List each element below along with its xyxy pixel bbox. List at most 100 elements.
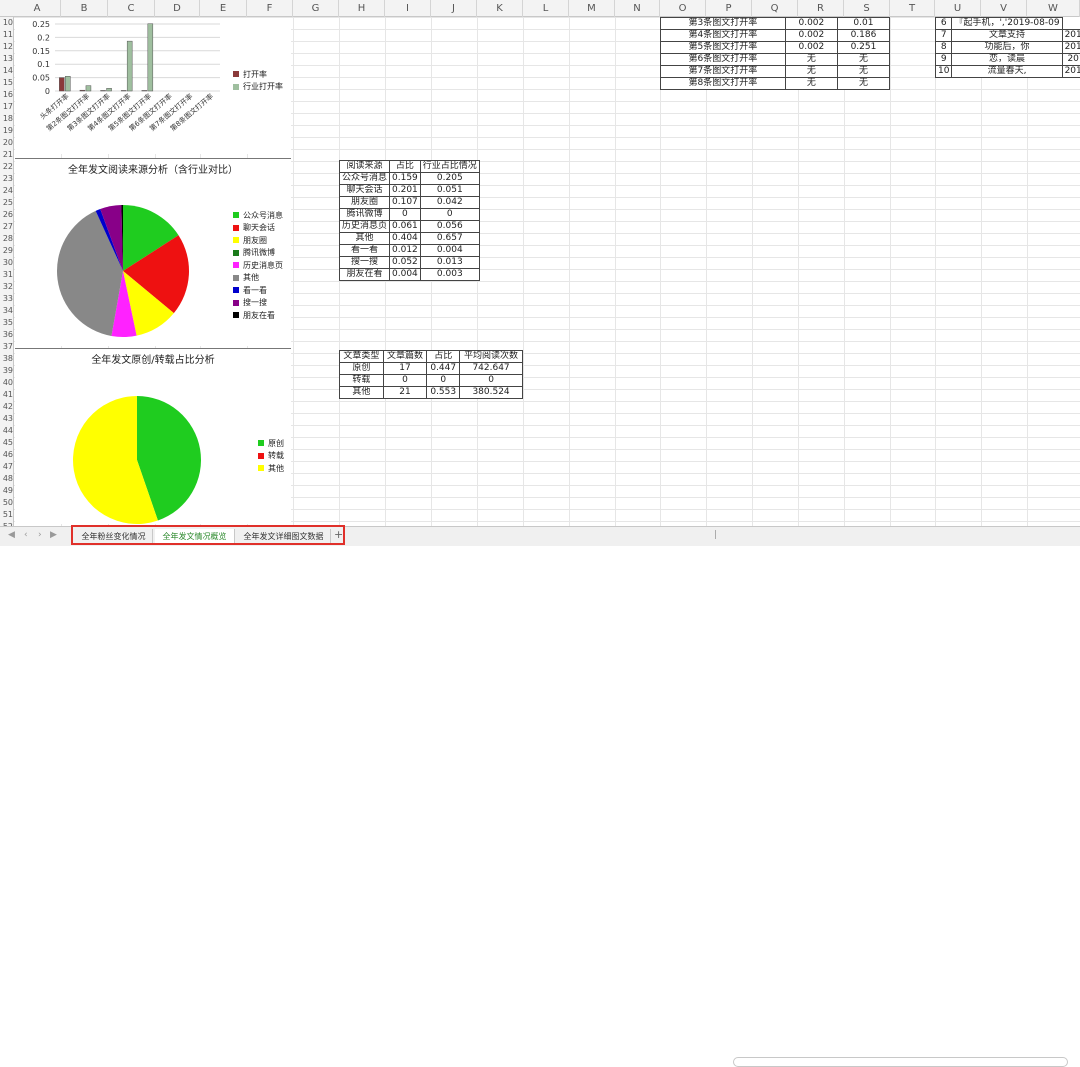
- top-article-cell[interactable]: 功能后，你: [952, 42, 1062, 54]
- row-header-33[interactable]: 33: [0, 294, 14, 304]
- source-cell[interactable]: 0.042: [420, 197, 479, 209]
- row-header-32[interactable]: 32: [0, 282, 14, 292]
- type-cell[interactable]: 0: [383, 375, 427, 387]
- top-article-cell[interactable]: 2019-05-30: [1062, 42, 1080, 54]
- row-header-37[interactable]: 37: [0, 342, 14, 352]
- source-cell[interactable]: 0.061: [390, 221, 421, 233]
- row-header-45[interactable]: 45: [0, 438, 14, 448]
- bar-open-rate[interactable]: [101, 90, 106, 91]
- source-cell[interactable]: 0.003: [420, 269, 479, 281]
- open-rate-bar-chart[interactable]: 0.250.20.150.10.050头条打开率第2条图文打开率第3条图文打开率…: [15, 18, 291, 154]
- column-header-r[interactable]: R: [798, 0, 844, 17]
- column-header-a[interactable]: A: [14, 0, 61, 17]
- open-rate-cell[interactable]: 无: [785, 54, 837, 66]
- column-header-c[interactable]: C: [108, 0, 155, 17]
- bar-open-rate[interactable]: [142, 90, 147, 91]
- source-cell[interactable]: 公众号消息: [340, 173, 390, 185]
- column-header-s[interactable]: S: [844, 0, 890, 17]
- row-header-23[interactable]: 23: [0, 174, 14, 184]
- source-cell[interactable]: 0.056: [420, 221, 479, 233]
- row-header-34[interactable]: 34: [0, 306, 14, 316]
- source-cell[interactable]: 聊天会话: [340, 185, 390, 197]
- row-header-21[interactable]: 21: [0, 150, 14, 160]
- row-header-22[interactable]: 22: [0, 162, 14, 172]
- open-rate-cell[interactable]: 无: [785, 66, 837, 78]
- source-cell[interactable]: 0: [390, 209, 421, 221]
- open-rate-cell[interactable]: 第7条图文打开率: [661, 66, 786, 78]
- source-cell[interactable]: 0.004: [420, 245, 479, 257]
- source-cell[interactable]: 腾讯微博: [340, 209, 390, 221]
- open-rate-cell[interactable]: 0.01: [837, 18, 889, 30]
- row-header-20[interactable]: 20: [0, 138, 14, 148]
- row-header-49[interactable]: 49: [0, 486, 14, 496]
- open-rate-cell[interactable]: 无: [785, 78, 837, 90]
- type-cell[interactable]: 0: [427, 375, 460, 387]
- top-article-cell[interactable]: 9: [936, 54, 952, 66]
- column-header-f[interactable]: F: [247, 0, 293, 17]
- type-cell[interactable]: 742.647: [460, 363, 523, 375]
- column-header-u[interactable]: U: [935, 0, 981, 17]
- row-header-48[interactable]: 48: [0, 474, 14, 484]
- source-cell[interactable]: 0.052: [390, 257, 421, 269]
- row-header-10[interactable]: 10: [0, 18, 14, 28]
- row-header-51[interactable]: 51: [0, 510, 14, 520]
- open-rate-cell[interactable]: 第5条图文打开率: [661, 42, 786, 54]
- bar-open-rate[interactable]: [80, 90, 85, 91]
- source-pie-chart[interactable]: 全年发文阅读来源分析（含行业对比） 公众号消息聊天会话朋友圈腾讯微博历史消息页其…: [15, 158, 291, 346]
- top-article-cell[interactable]: 10: [936, 66, 952, 78]
- scroll-left-icon[interactable]: |: [714, 530, 717, 540]
- open-rate-cell[interactable]: 0.186: [837, 30, 889, 42]
- top-article-cell[interactable]: 2019-07-10: [1062, 66, 1080, 78]
- row-header-15[interactable]: 15: [0, 78, 14, 88]
- top-article-cell[interactable]: 流量春天,: [952, 66, 1062, 78]
- column-header-b[interactable]: B: [61, 0, 108, 17]
- open-rate-cell[interactable]: 0.002: [785, 30, 837, 42]
- type-cell[interactable]: 占比: [427, 351, 460, 363]
- column-header-n[interactable]: N: [615, 0, 660, 17]
- row-header-25[interactable]: 25: [0, 198, 14, 208]
- column-header-p[interactable]: P: [706, 0, 752, 17]
- row-header-18[interactable]: 18: [0, 114, 14, 124]
- type-cell[interactable]: 0.553: [427, 387, 460, 399]
- type-cell[interactable]: 380.524: [460, 387, 523, 399]
- row-header-42[interactable]: 42: [0, 402, 14, 412]
- open-rate-cell[interactable]: 第3条图文打开率: [661, 18, 786, 30]
- row-header-46[interactable]: 46: [0, 450, 14, 460]
- row-header-24[interactable]: 24: [0, 186, 14, 196]
- row-header-44[interactable]: 44: [0, 426, 14, 436]
- row-header-12[interactable]: 12: [0, 42, 14, 52]
- column-header-m[interactable]: M: [569, 0, 615, 17]
- top-article-cell[interactable]: 恋，读晨: [952, 54, 1062, 66]
- open-rate-cell[interactable]: 无: [837, 54, 889, 66]
- column-header-q[interactable]: Q: [752, 0, 798, 17]
- top-article-cell[interactable]: 7: [936, 30, 952, 42]
- row-header-28[interactable]: 28: [0, 234, 14, 244]
- type-cell[interactable]: 17: [383, 363, 427, 375]
- source-cell[interactable]: 朋友在看: [340, 269, 390, 281]
- row-header-11[interactable]: 11: [0, 30, 14, 40]
- row-header-31[interactable]: 31: [0, 270, 14, 280]
- open-rate-cell[interactable]: 0.002: [785, 42, 837, 54]
- source-cell[interactable]: 0.051: [420, 185, 479, 197]
- row-header-16[interactable]: 16: [0, 90, 14, 100]
- source-cell[interactable]: 行业占比情况: [420, 161, 479, 173]
- top-article-cell[interactable]: 2019-05-14: [1062, 30, 1080, 42]
- column-header-o[interactable]: O: [660, 0, 706, 17]
- row-header-50[interactable]: 50: [0, 498, 14, 508]
- type-cell[interactable]: 文章篇数: [383, 351, 427, 363]
- source-cell[interactable]: 搜一搜: [340, 257, 390, 269]
- source-cell[interactable]: 0.201: [390, 185, 421, 197]
- source-cell[interactable]: 阅读来源: [340, 161, 390, 173]
- column-header-k[interactable]: K: [477, 0, 523, 17]
- source-cell[interactable]: 0.107: [390, 197, 421, 209]
- column-header-i[interactable]: I: [385, 0, 431, 17]
- row-header-47[interactable]: 47: [0, 462, 14, 472]
- source-cell[interactable]: 0: [420, 209, 479, 221]
- next-sheet-arrow-icon[interactable]: ›: [38, 530, 42, 540]
- first-sheet-arrow-icon[interactable]: ◀: [8, 530, 15, 540]
- top-article-cell[interactable]: 『起手机，','2019-08-09: [952, 18, 1062, 30]
- row-header-17[interactable]: 17: [0, 102, 14, 112]
- open-rate-cell[interactable]: 0.002: [785, 18, 837, 30]
- type-cell[interactable]: 平均阅读次数: [460, 351, 523, 363]
- row-header-38[interactable]: 38: [0, 354, 14, 364]
